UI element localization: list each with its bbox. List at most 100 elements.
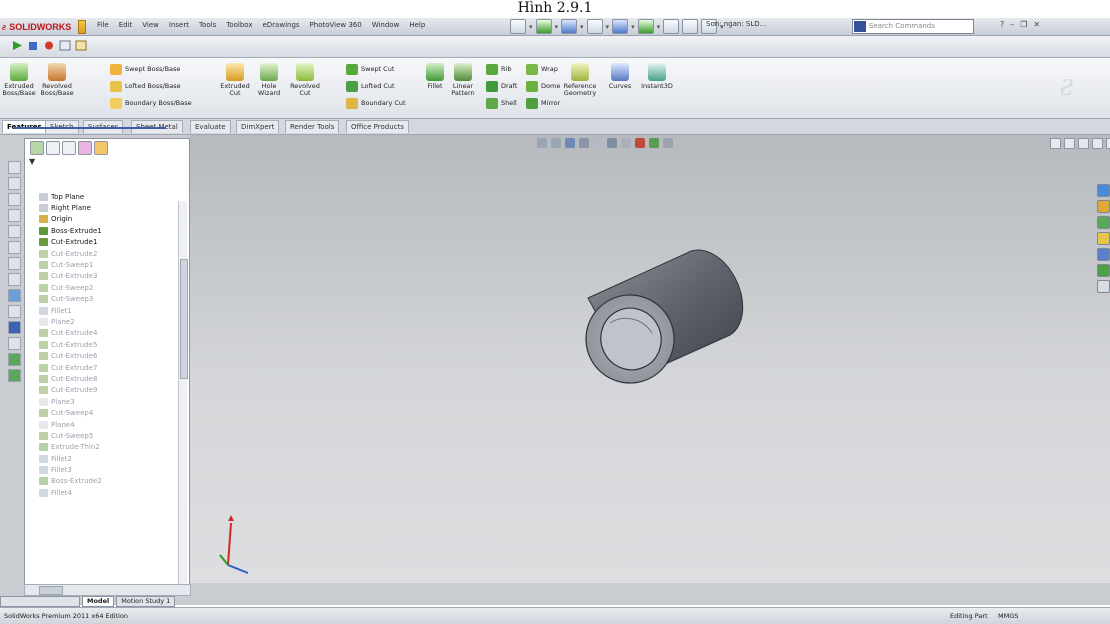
tree-horizontal-scrollbar[interactable] bbox=[24, 584, 191, 596]
sketch-tool-icon-9[interactable] bbox=[8, 289, 21, 302]
tree-node[interactable]: Top Plane bbox=[39, 191, 179, 202]
property-manager-tab-icon[interactable] bbox=[46, 141, 60, 155]
hole-wizard-button[interactable]: Hole Wizard bbox=[252, 63, 286, 97]
sketch-tool-icon-4[interactable] bbox=[8, 209, 21, 222]
open-document-icon[interactable] bbox=[535, 19, 552, 34]
tab-model[interactable]: Model bbox=[82, 596, 115, 607]
split-vertical-icon[interactable] bbox=[1064, 138, 1075, 149]
display-manager-tab-icon[interactable] bbox=[94, 141, 108, 155]
revolved-boss-button[interactable]: Revolved Boss/Base bbox=[40, 63, 74, 97]
draft-button[interactable]: Draft bbox=[486, 79, 517, 93]
graphics-area[interactable] bbox=[190, 135, 1110, 583]
print-icon[interactable] bbox=[586, 19, 603, 34]
tree-node[interactable]: Origin bbox=[39, 214, 179, 225]
instant3d-button[interactable]: Instant3D bbox=[640, 63, 674, 90]
tab-dimxpert[interactable]: DimXpert bbox=[236, 120, 280, 133]
tree-node[interactable]: Cut-Extrude1 bbox=[39, 237, 179, 248]
tree-node[interactable]: Cut-Extrude3 bbox=[39, 271, 179, 282]
boundary-boss-button[interactable]: Boundary Boss/Base bbox=[110, 96, 192, 110]
tree-vertical-scrollbar[interactable] bbox=[178, 201, 188, 587]
lofted-cut-button[interactable]: Lofted Cut bbox=[346, 79, 395, 93]
sketch-tool-icon-8[interactable] bbox=[8, 273, 21, 286]
file-explorer-icon[interactable] bbox=[1097, 216, 1110, 229]
status-units[interactable]: MMGS bbox=[998, 608, 1018, 624]
select-icon[interactable] bbox=[637, 19, 654, 34]
swept-cut-button[interactable]: Swept Cut bbox=[346, 62, 394, 76]
menu-insert[interactable]: Insert bbox=[164, 20, 194, 30]
viewport-close-icon[interactable] bbox=[1106, 138, 1110, 149]
tab-motion-study[interactable]: Motion Study 1 bbox=[116, 596, 176, 607]
configuration-manager-tab-icon[interactable] bbox=[62, 141, 76, 155]
sketch-tool-icon-14[interactable] bbox=[8, 369, 21, 382]
save-icon[interactable] bbox=[561, 19, 578, 34]
scroll-thumb[interactable] bbox=[180, 259, 188, 379]
close-icon[interactable]: ✕ bbox=[1033, 20, 1040, 29]
tree-node[interactable]: Boss-Extrude1 bbox=[39, 225, 179, 236]
tree-node[interactable]: Cut-Sweep2 bbox=[39, 282, 179, 293]
tree-node[interactable]: Fillet3 bbox=[39, 464, 179, 475]
dome-button[interactable]: Dome bbox=[526, 79, 560, 93]
linear-pattern-button[interactable]: Linear Pattern bbox=[446, 63, 480, 97]
tree-node[interactable]: Extrude-Thin2 bbox=[39, 442, 179, 453]
viewport-minimize-icon[interactable] bbox=[1078, 138, 1089, 149]
extruded-boss-button[interactable]: Extruded Boss/Base bbox=[2, 63, 36, 97]
tab-evaluate[interactable]: Evaluate bbox=[190, 120, 231, 133]
menu-toolbox[interactable]: Toolbox bbox=[221, 20, 257, 30]
tree-node[interactable]: Plane3 bbox=[39, 396, 179, 407]
sketch-tool-icon-7[interactable] bbox=[8, 257, 21, 270]
extruded-cut-button[interactable]: Extruded Cut bbox=[218, 63, 252, 97]
sketch-tool-icon-10[interactable] bbox=[8, 305, 21, 318]
custom-properties-icon[interactable] bbox=[1097, 280, 1110, 293]
sketch-tool-icon-12[interactable] bbox=[8, 337, 21, 350]
edit-appearance-icon[interactable] bbox=[635, 138, 645, 148]
menu-file[interactable]: File bbox=[92, 20, 114, 30]
sketch-tool-icon-11[interactable] bbox=[8, 321, 21, 334]
curves-button[interactable]: Curves bbox=[603, 63, 637, 90]
menu-photoview[interactable]: PhotoView 360 bbox=[305, 20, 367, 30]
mirror-button[interactable]: Mirror bbox=[526, 96, 560, 110]
macro-new-icon[interactable] bbox=[74, 39, 88, 52]
apply-scene-icon[interactable] bbox=[649, 138, 659, 148]
tree-node[interactable]: Cut-Extrude8 bbox=[39, 373, 179, 384]
revolved-cut-button[interactable]: Revolved Cut bbox=[288, 63, 322, 97]
tree-node[interactable]: Cut-Extrude9 bbox=[39, 385, 179, 396]
swept-boss-button[interactable]: Swept Boss/Base bbox=[110, 62, 180, 76]
rib-button[interactable]: Rib bbox=[486, 62, 511, 76]
tree-node[interactable]: Cut-Extrude5 bbox=[39, 339, 179, 350]
hide-show-items-icon[interactable] bbox=[621, 138, 631, 148]
design-library-icon[interactable] bbox=[1097, 200, 1110, 213]
wrap-button[interactable]: Wrap bbox=[526, 62, 558, 76]
view-palette-icon[interactable] bbox=[1097, 248, 1110, 261]
menu-pin-icon[interactable] bbox=[78, 19, 87, 34]
search-commands-input[interactable]: Search Commands bbox=[852, 19, 974, 34]
tree-node[interactable]: Cut-Extrude4 bbox=[39, 328, 179, 339]
tree-node[interactable]: Right Plane bbox=[39, 202, 179, 213]
rollback-bar[interactable] bbox=[14, 127, 166, 129]
zoom-to-fit-icon[interactable] bbox=[537, 138, 547, 148]
sketch-tool-icon-3[interactable] bbox=[8, 193, 21, 206]
tree-node[interactable]: Cut-Sweep4 bbox=[39, 407, 179, 418]
filter-icon[interactable]: ▼ bbox=[29, 157, 35, 166]
undo-icon[interactable] bbox=[612, 19, 629, 34]
tree-node[interactable]: Cut-Sweep3 bbox=[39, 294, 179, 305]
stop-icon[interactable] bbox=[26, 39, 40, 52]
tab-render-tools[interactable]: Render Tools bbox=[285, 120, 340, 133]
sketch-tool-icon-6[interactable] bbox=[8, 241, 21, 254]
view-orientation-icon[interactable] bbox=[593, 138, 603, 148]
dimxpert-manager-tab-icon[interactable] bbox=[78, 141, 92, 155]
split-horizontal-icon[interactable] bbox=[1050, 138, 1061, 149]
file-properties-icon[interactable] bbox=[682, 19, 699, 34]
tab-nav-buttons[interactable] bbox=[0, 596, 80, 607]
tree-node[interactable]: Plane4 bbox=[39, 419, 179, 430]
viewport-restore-icon[interactable] bbox=[1092, 138, 1103, 149]
lofted-boss-button[interactable]: Lofted Boss/Base bbox=[110, 79, 181, 93]
macro-edit-icon[interactable] bbox=[58, 39, 72, 52]
menu-edrawings[interactable]: eDrawings bbox=[257, 20, 304, 30]
sketch-tool-icon-2[interactable] bbox=[8, 177, 21, 190]
help-icon[interactable]: ? bbox=[1000, 20, 1004, 29]
solidworks-resources-icon[interactable] bbox=[1097, 184, 1110, 197]
sketch-tool-icon-1[interactable] bbox=[8, 161, 21, 174]
search-results-icon[interactable] bbox=[1097, 232, 1110, 245]
tree-node[interactable]: Cut-Extrude7 bbox=[39, 362, 179, 373]
restore-icon[interactable]: ❐ bbox=[1020, 20, 1027, 29]
